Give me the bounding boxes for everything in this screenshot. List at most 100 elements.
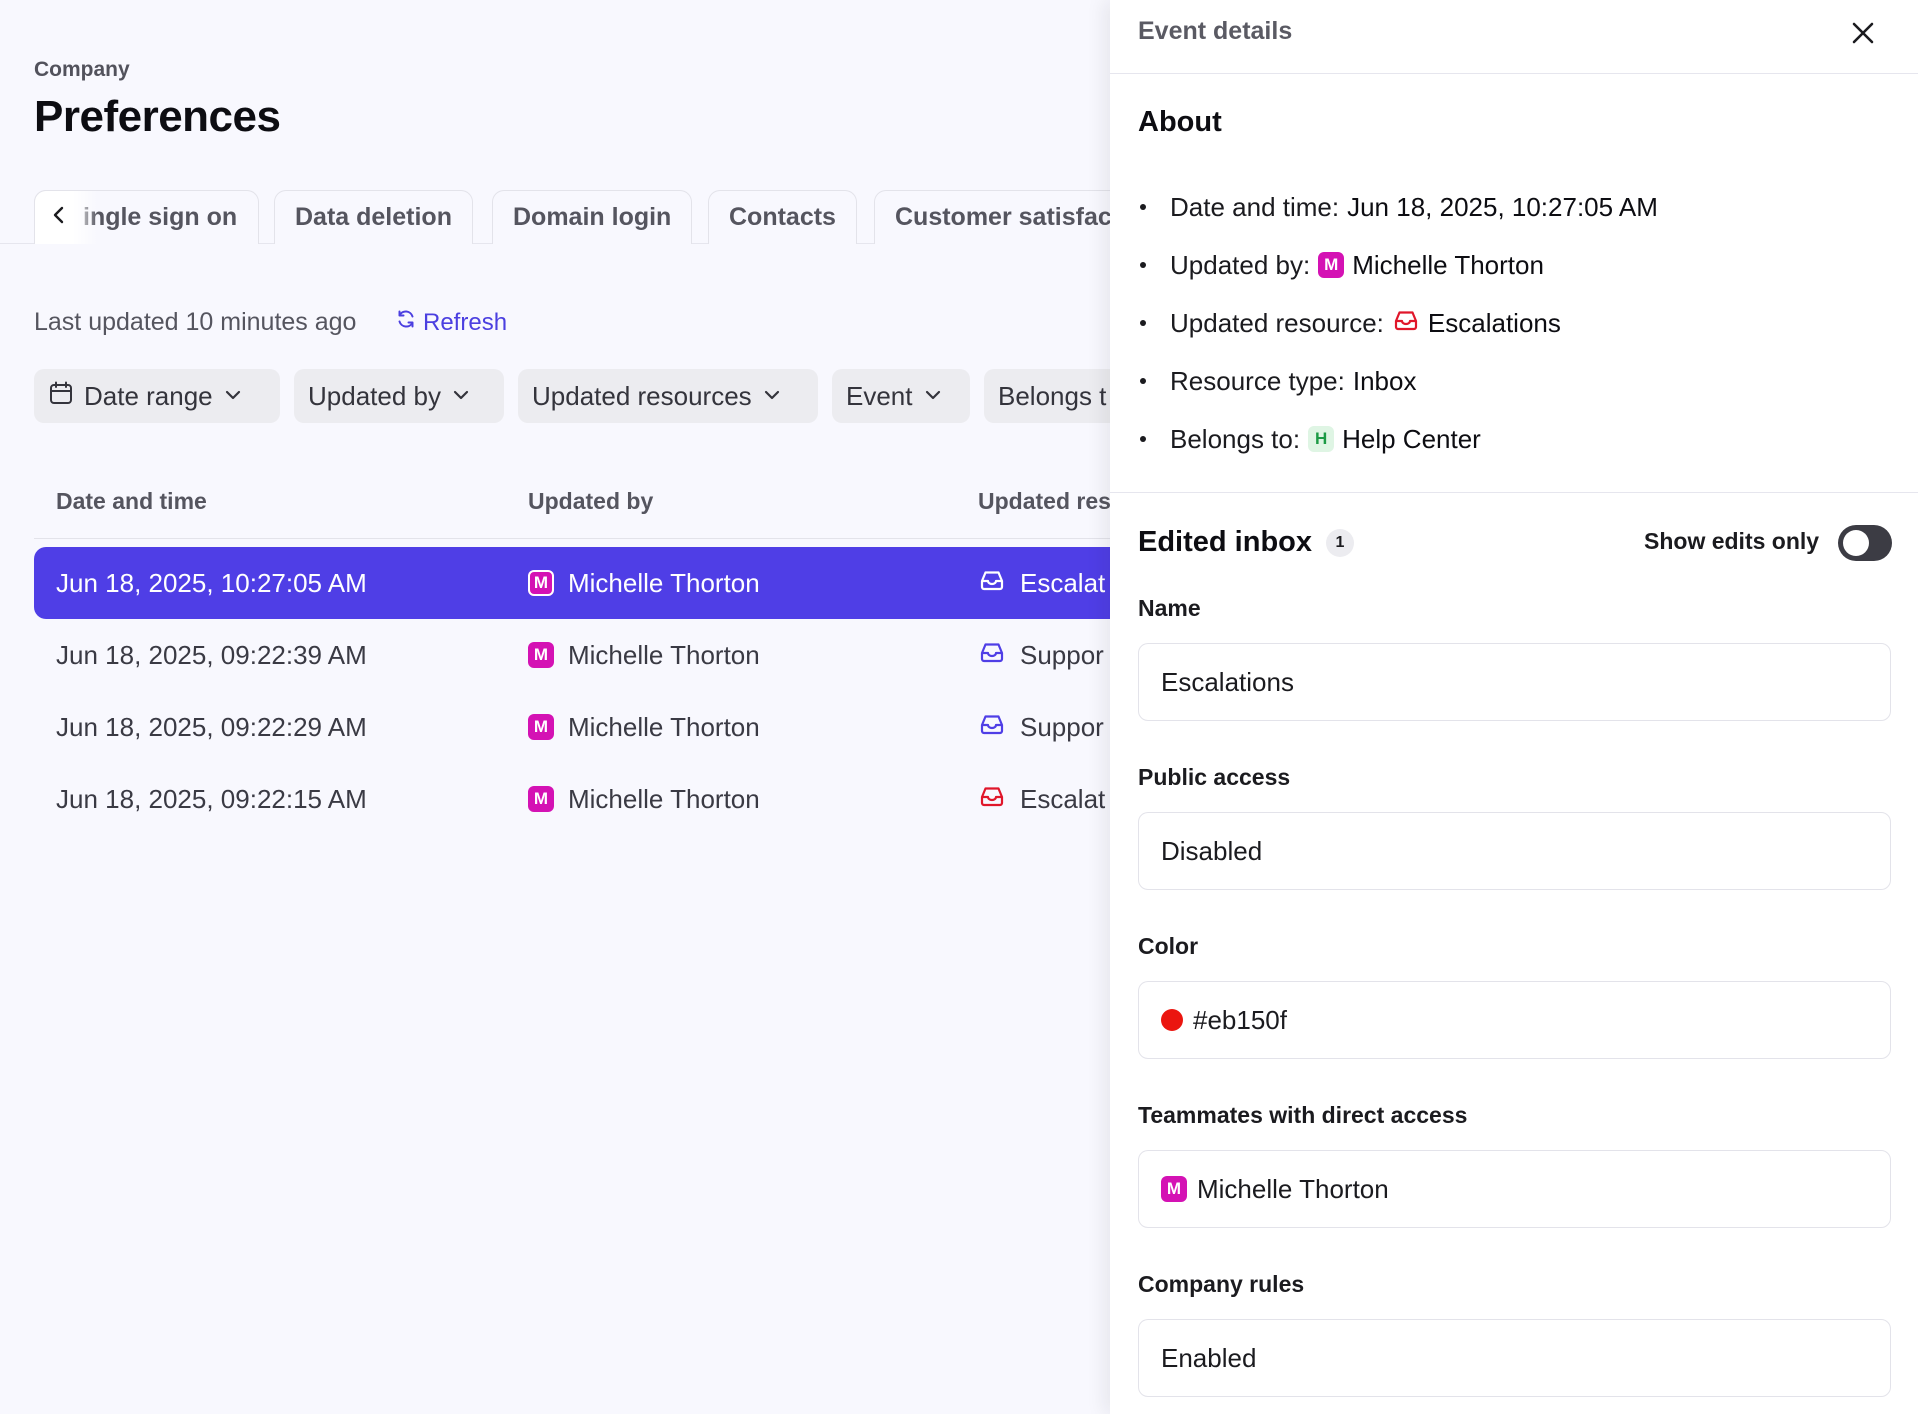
- name-label: Name: [1138, 595, 1201, 621]
- inbox-icon: [978, 566, 1006, 601]
- about-date-key: Date and time:: [1170, 191, 1340, 222]
- about-list: Date and time: Jun 18, 2025, 10:27:05 AM…: [1138, 178, 1658, 468]
- belongs-to-label: Belongs t: [998, 380, 1107, 411]
- row-user-name: Michelle Thorton: [568, 711, 760, 742]
- row-date: Jun 18, 2025, 10:27:05 AM: [56, 567, 367, 598]
- public-access-value: Disabled: [1161, 835, 1263, 866]
- row-resource: Suppor: [978, 619, 1104, 691]
- close-button[interactable]: [1843, 15, 1883, 55]
- row-date: Jun 18, 2025, 09:22:29 AM: [56, 711, 367, 742]
- about-heading: About: [1138, 106, 1222, 138]
- inbox-icon: [978, 710, 1006, 745]
- tab-contacts[interactable]: Contacts: [708, 190, 857, 244]
- event-filter[interactable]: Event: [832, 369, 970, 423]
- tab-domain-login[interactable]: Domain login: [492, 190, 693, 244]
- updated-by-filter[interactable]: Updated by: [294, 369, 504, 423]
- date-range-label: Date range: [84, 380, 213, 411]
- date-range-filter[interactable]: Date range: [34, 369, 280, 423]
- updated-by-label: Updated by: [308, 380, 441, 411]
- color-label: Color: [1138, 933, 1199, 959]
- refresh-button[interactable]: Refresh: [395, 308, 507, 337]
- chevron-left-icon: [49, 205, 69, 230]
- tabs-bar: ingle sign on Data deletion Domain login…: [0, 190, 1110, 244]
- column-header-date[interactable]: Date and time: [56, 488, 207, 515]
- row-updated-by: M Michelle Thorton: [528, 619, 760, 691]
- row-resource-name: Suppor: [1020, 639, 1104, 670]
- name-field: Escalations: [1138, 643, 1891, 721]
- about-resource: Updated resource: Escalations: [1138, 294, 1658, 352]
- teammates-field: M Michelle Thorton: [1138, 1150, 1891, 1228]
- row-resource-name: Escalat: [1020, 567, 1106, 598]
- about-date-value: Jun 18, 2025, 10:27:05 AM: [1347, 191, 1658, 222]
- belongs-to-filter[interactable]: Belongs t: [984, 369, 1110, 423]
- row-resource-name: Suppor: [1020, 711, 1104, 742]
- bullet: [1140, 262, 1146, 268]
- section-divider: [1110, 492, 1918, 493]
- row-date: Jun 18, 2025, 09:22:15 AM: [56, 783, 367, 814]
- bullet: [1140, 204, 1146, 210]
- refresh-icon: [395, 308, 417, 337]
- teammates-label: Teammates with direct access: [1138, 1102, 1468, 1128]
- avatar: M: [528, 642, 554, 668]
- about-type-key: Resource type:: [1170, 365, 1345, 396]
- calendar-icon: [48, 380, 74, 413]
- row-updated-by: M Michelle Thorton: [528, 691, 760, 763]
- about-updated-by-value: Michelle Thorton: [1352, 249, 1544, 280]
- about-type-value: Inbox: [1352, 365, 1417, 396]
- table-row[interactable]: Jun 18, 2025, 10:27:05 AM M Michelle Tho…: [34, 547, 1110, 619]
- chevron-down-icon: [451, 381, 471, 412]
- avatar: M: [528, 570, 554, 596]
- color-value: #eb150f: [1193, 1004, 1287, 1035]
- row-user-name: Michelle Thorton: [568, 567, 760, 598]
- tabs-scroll-back-button[interactable]: [34, 190, 98, 244]
- about-type: Resource type: Inbox: [1138, 352, 1658, 410]
- company-rules-value: Enabled: [1161, 1342, 1257, 1373]
- breadcrumb: Company: [34, 58, 130, 81]
- updated-resources-filter[interactable]: Updated resources: [518, 369, 818, 423]
- chevron-down-icon: [762, 381, 782, 412]
- tab-data-deletion[interactable]: Data deletion: [274, 190, 473, 244]
- bullet: [1140, 320, 1146, 326]
- last-updated-text: Last updated 10 minutes ago: [34, 308, 357, 336]
- tab-customer-satisfaction[interactable]: Customer satisfac: [874, 190, 1110, 244]
- teammates-value: Michelle Thorton: [1197, 1173, 1389, 1204]
- row-resource: Escalat: [978, 763, 1105, 835]
- avatar: M: [528, 714, 554, 740]
- name-value: Escalations: [1161, 666, 1294, 697]
- column-header-updated-resource[interactable]: Updated res: [978, 488, 1110, 515]
- about-belongs-value: Help Center: [1342, 423, 1481, 454]
- inbox-icon: [978, 782, 1006, 817]
- edited-inbox-heading: Edited inbox 1: [1138, 526, 1354, 559]
- table-row[interactable]: Jun 18, 2025, 09:22:29 AM M Michelle Tho…: [34, 691, 1110, 763]
- column-header-updated-by[interactable]: Updated by: [528, 488, 653, 515]
- table-row[interactable]: Jun 18, 2025, 09:22:39 AM M Michelle Tho…: [34, 619, 1110, 691]
- avatar: H: [1308, 426, 1335, 452]
- color-field: #eb150f: [1138, 981, 1891, 1059]
- edit-count-badge: 1: [1326, 528, 1354, 557]
- bullet: [1140, 436, 1146, 442]
- toggle-knob: [1843, 530, 1869, 556]
- color-swatch: [1161, 1009, 1183, 1031]
- panel-header: Event details: [1110, 0, 1918, 74]
- edited-inbox-title: Edited inbox: [1138, 526, 1312, 558]
- bullet: [1140, 378, 1146, 384]
- about-belongs-to: Belongs to: H Help Center: [1138, 410, 1658, 468]
- row-user-name: Michelle Thorton: [568, 639, 760, 670]
- main-content: Company Preferences ingle sign on Data d…: [0, 0, 1110, 1414]
- close-icon: [1850, 20, 1876, 51]
- row-resource: Escalat: [978, 547, 1105, 619]
- company-rules-label: Company rules: [1138, 1271, 1305, 1297]
- public-access-field: Disabled: [1138, 812, 1891, 890]
- row-date: Jun 18, 2025, 09:22:39 AM: [56, 639, 367, 670]
- row-user-name: Michelle Thorton: [568, 783, 760, 814]
- avatar: M: [1318, 252, 1345, 278]
- show-edits-toggle[interactable]: [1838, 525, 1892, 561]
- avatar: M: [528, 786, 554, 812]
- table-row[interactable]: Jun 18, 2025, 09:22:15 AM M Michelle Tho…: [34, 763, 1110, 835]
- public-access-label: Public access: [1138, 764, 1291, 790]
- refresh-label: Refresh: [423, 308, 508, 336]
- event-label: Event: [846, 380, 913, 411]
- about-resource-value: Escalations: [1427, 307, 1561, 338]
- page-title: Preferences: [34, 92, 281, 141]
- row-updated-by: M Michelle Thorton: [528, 763, 760, 835]
